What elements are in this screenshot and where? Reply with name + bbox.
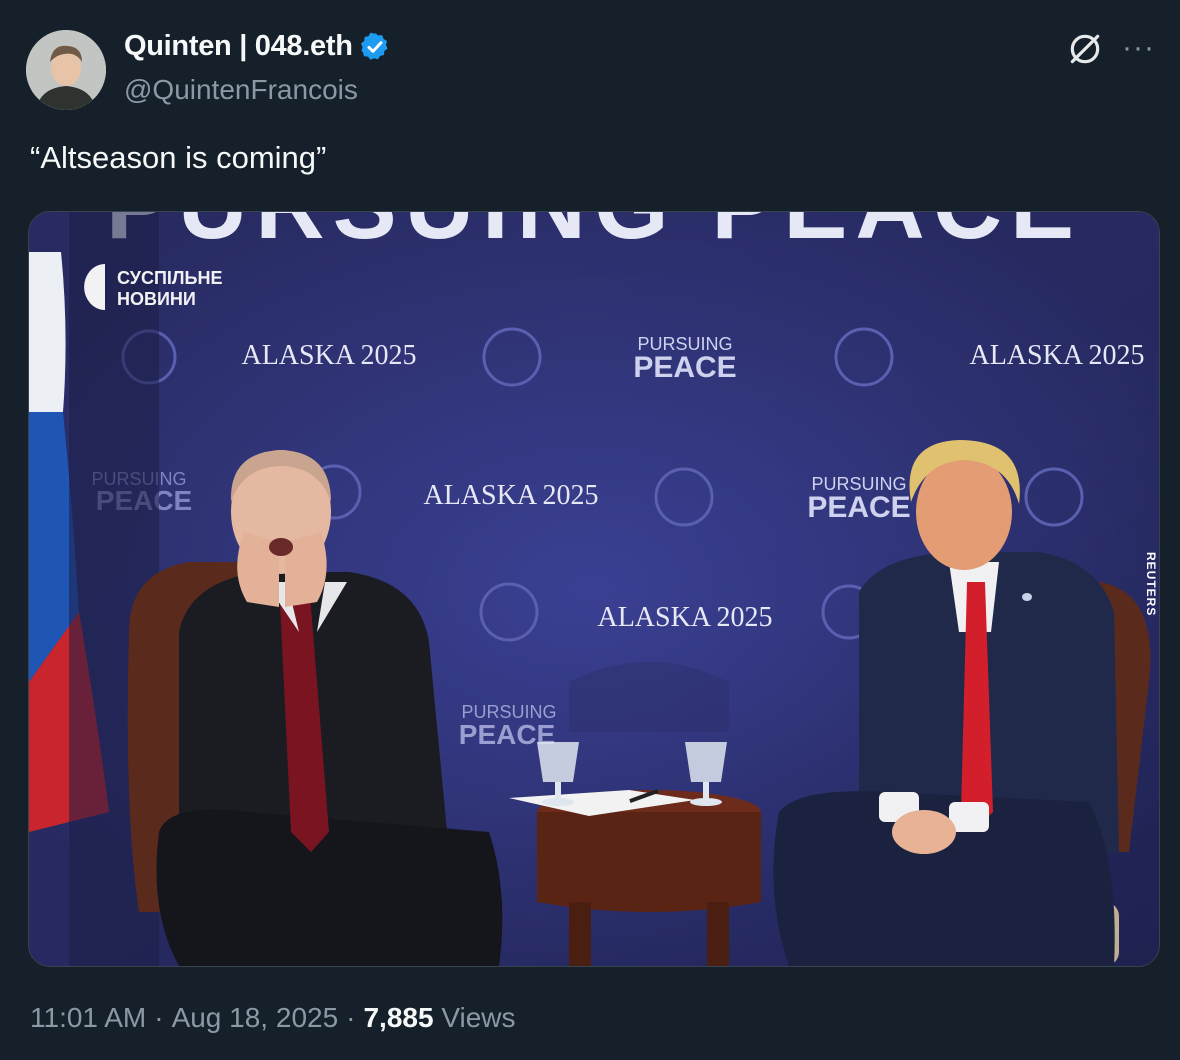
meta-separator: · bbox=[154, 1002, 164, 1033]
photo-scene: PURSUING PEACE ALASKA 2025 ALASKA 2025 A… bbox=[29, 212, 1159, 966]
backdrop-alaska-tag: ALASKA 2025 bbox=[597, 602, 772, 633]
tweet-text: “Altseason is coming” bbox=[30, 140, 327, 175]
backdrop-peace-tag: PEACE bbox=[633, 351, 736, 384]
tweet-photo[interactable]: PURSUING PEACE ALASKA 2025 ALASKA 2025 A… bbox=[28, 211, 1160, 967]
verified-badge-icon bbox=[360, 32, 388, 60]
author-display-name[interactable]: Quinten | 048.eth bbox=[124, 30, 353, 63]
tweet-time[interactable]: 11:01 AM bbox=[30, 1002, 146, 1033]
author-handle[interactable]: @QuintenFrancois bbox=[124, 74, 358, 106]
backdrop-peace-tag: PEACE bbox=[807, 491, 910, 524]
backdrop-alaska-tag: ALASKA 2025 bbox=[241, 340, 416, 371]
watermark-line2: НОВИНИ bbox=[117, 289, 196, 309]
tweet-meta: 11:01 AM · Aug 18, 2025 · 7,885 Views bbox=[30, 1002, 516, 1034]
views-label: Views bbox=[441, 1002, 516, 1033]
more-options-icon[interactable]: ··· bbox=[1122, 28, 1155, 68]
grok-icon[interactable] bbox=[1066, 30, 1104, 68]
avatar-image bbox=[26, 30, 106, 110]
views-count: 7,885 bbox=[363, 1002, 434, 1033]
avatar[interactable] bbox=[26, 30, 106, 110]
photo-credit: REUTERS bbox=[1144, 552, 1158, 616]
backdrop-alaska-tag: ALASKA 2025 bbox=[423, 480, 598, 511]
backdrop-alaska-tag: ALASKA 2025 bbox=[969, 340, 1144, 371]
watermark-line1: СУСПІЛЬНЕ bbox=[117, 268, 222, 288]
meta-separator: · bbox=[346, 1002, 356, 1033]
banner-top-text: PURSUING PEACE bbox=[106, 212, 1082, 259]
tweet-date[interactable]: Aug 18, 2025 bbox=[172, 1002, 339, 1033]
